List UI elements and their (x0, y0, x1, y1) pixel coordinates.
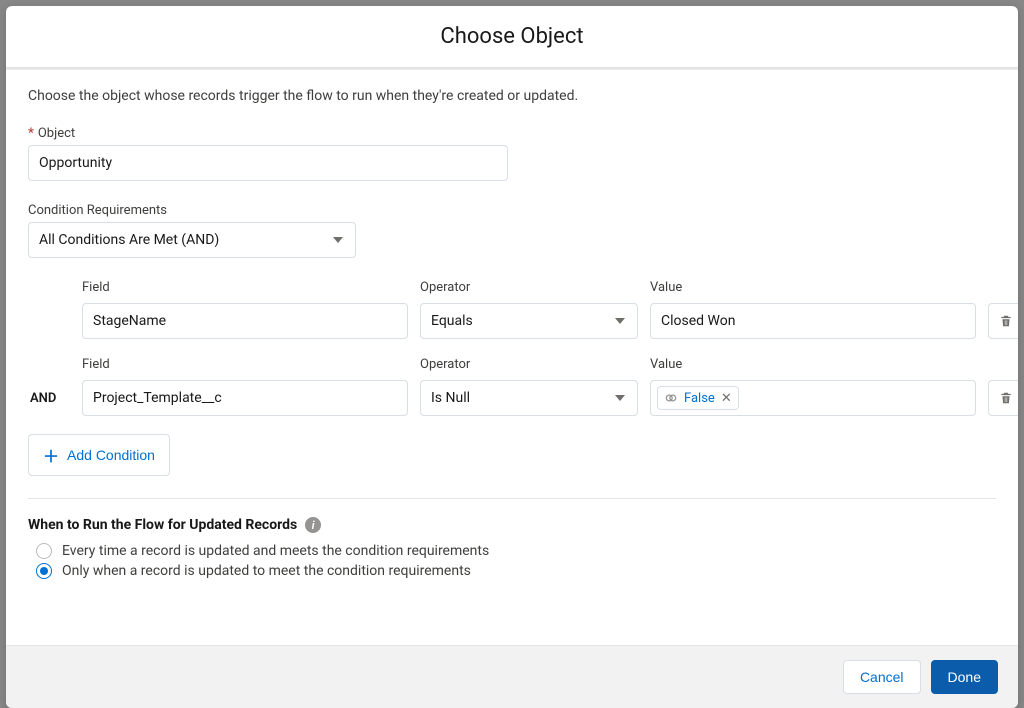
condition-headers-2: Field Operator Value (28, 357, 996, 376)
choose-object-modal: Choose Object Choose the object whose re… (6, 6, 1018, 708)
object-input[interactable]: Opportunity (28, 145, 508, 181)
field-header: Field (82, 280, 408, 295)
condition-1-field-value: StageName (93, 313, 166, 329)
condition-2-field-value: Project_Template__c (93, 390, 222, 406)
value-header: Value (650, 357, 976, 372)
condition-requirements-label: Condition Requirements (28, 203, 356, 218)
done-button[interactable]: Done (931, 660, 998, 694)
condition-2-delete-button[interactable] (988, 380, 1018, 416)
condition-requirements-select[interactable]: All Conditions Are Met (AND) (28, 222, 356, 258)
condition-grid-1: StageName Equals Closed Won (28, 303, 996, 339)
logic-and-label: AND (28, 391, 70, 406)
when-to-run-heading: When to Run the Flow for Updated Records (28, 517, 297, 533)
condition-row-1: Field Operator Value StageName Equals Cl… (28, 280, 996, 339)
condition-row-2: Field Operator Value AND Project_Templat… (28, 357, 996, 416)
trash-icon (999, 391, 1013, 405)
object-label: Object (28, 126, 508, 141)
condition-2-field-input[interactable]: Project_Template__c (82, 380, 408, 416)
condition-1-delete-button[interactable] (988, 303, 1018, 339)
modal-title: Choose Object (6, 6, 1018, 67)
when-to-run-option-1[interactable]: Every time a record is updated and meets… (36, 543, 996, 559)
object-input-value: Opportunity (39, 155, 112, 171)
field-header: Field (82, 357, 408, 372)
operator-header: Operator (420, 280, 638, 295)
condition-requirements-group: Condition Requirements All Conditions Ar… (28, 203, 356, 258)
intro-text: Choose the object whose records trigger … (28, 88, 996, 104)
add-condition-button[interactable]: ＋ Add Condition (28, 434, 170, 476)
cancel-button[interactable]: Cancel (843, 660, 921, 694)
value-pill: False ✕ (657, 386, 739, 410)
chevron-down-icon (615, 395, 625, 401)
condition-headers-1: Field Operator Value (28, 280, 996, 299)
plus-icon: ＋ (43, 443, 59, 467)
condition-1-value-input[interactable]: Closed Won (650, 303, 976, 339)
info-icon[interactable]: i (305, 517, 321, 533)
modal-body: Choose the object whose records trigger … (6, 70, 1018, 645)
trash-icon (999, 314, 1013, 328)
when-to-run-option-2[interactable]: Only when a record is updated to meet th… (36, 563, 996, 579)
radio-button[interactable] (36, 543, 52, 559)
chevron-down-icon (333, 237, 343, 243)
when-to-run-heading-row: When to Run the Flow for Updated Records… (28, 517, 996, 533)
pill-text: False (684, 391, 715, 406)
pill-remove-icon[interactable]: ✕ (721, 391, 732, 406)
condition-2-operator-value: Is Null (431, 390, 470, 406)
condition-1-field-input[interactable]: StageName (82, 303, 408, 339)
chevron-down-icon (615, 318, 625, 324)
object-field-group: Object Opportunity (28, 126, 508, 181)
condition-1-value-text: Closed Won (657, 313, 735, 329)
global-constant-icon (662, 389, 680, 407)
radio-label: Every time a record is updated and meets… (62, 543, 489, 559)
condition-2-value-input[interactable]: False ✕ (650, 380, 976, 416)
value-header: Value (650, 280, 976, 295)
modal-footer: Cancel Done (6, 645, 1018, 708)
condition-requirements-value: All Conditions Are Met (AND) (39, 232, 219, 248)
add-condition-label: Add Condition (67, 447, 155, 463)
radio-button[interactable] (36, 563, 52, 579)
condition-1-operator-value: Equals (431, 313, 473, 329)
condition-1-operator-select[interactable]: Equals (420, 303, 638, 339)
condition-grid-2: AND Project_Template__c Is Null False ✕ (28, 380, 996, 416)
operator-header: Operator (420, 357, 638, 372)
radio-label: Only when a record is updated to meet th… (62, 563, 471, 579)
condition-2-operator-select[interactable]: Is Null (420, 380, 638, 416)
when-to-run-section: When to Run the Flow for Updated Records… (28, 498, 996, 579)
